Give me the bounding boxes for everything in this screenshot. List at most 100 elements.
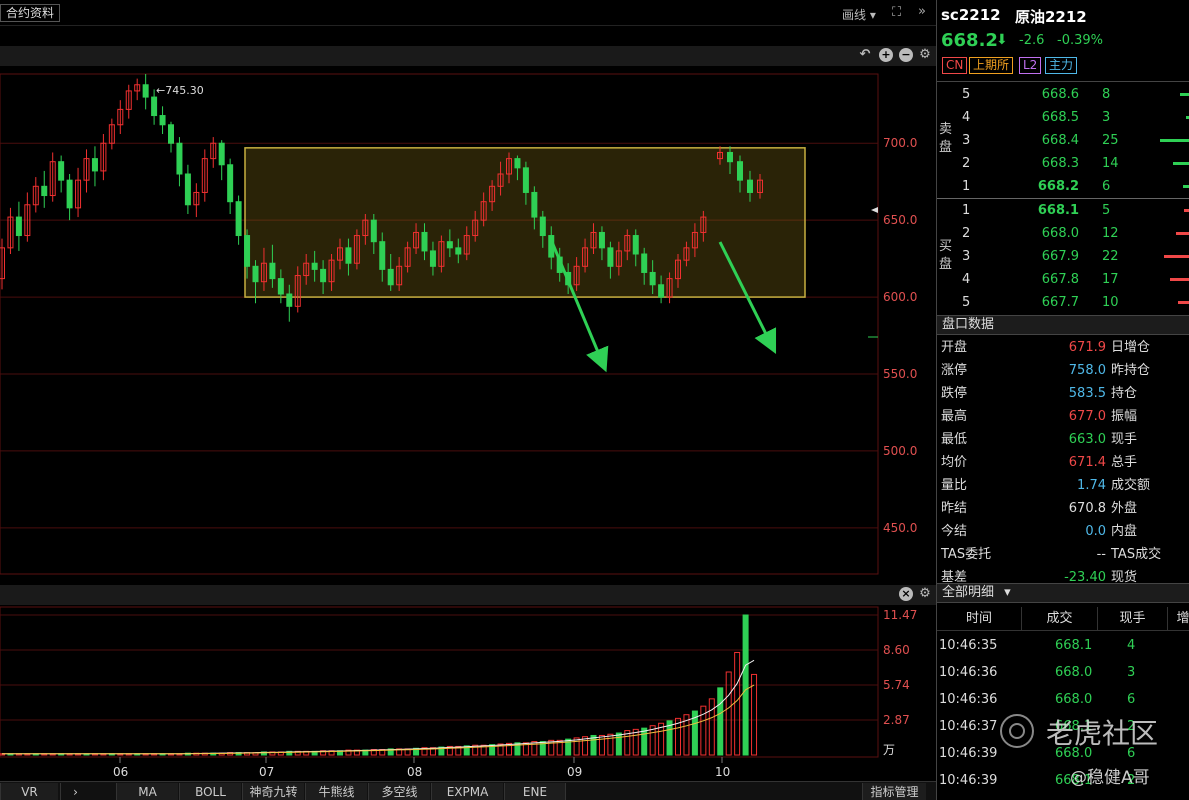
tab-expma[interactable]: EXPMA [431,783,503,800]
contract-info-button[interactable]: 合约资料 [0,4,61,22]
indicator-manager-button[interactable]: 指标管理 [862,783,926,800]
buy-level-row[interactable]: 5 667.7 10 [937,291,1189,314]
level-price: 667.8 [1041,272,1079,287]
candle-body[interactable] [658,284,665,298]
volume-bar[interactable] [607,733,614,756]
tab-ma[interactable]: MA [116,783,178,800]
candle-body[interactable] [649,271,656,286]
volume-bar[interactable] [734,651,741,756]
buy-level-row[interactable]: 4 667.8 17 [937,268,1189,291]
sell-level-row[interactable]: 5 668.6 8 [937,83,1189,106]
candle-body[interactable] [429,250,436,267]
volume-bar[interactable] [598,734,605,756]
candle-body[interactable] [607,247,614,267]
candle-body[interactable] [632,235,639,255]
column-volume[interactable]: 现手 [1098,607,1168,631]
candle-body[interactable] [91,158,98,172]
candle-body[interactable] [598,231,605,249]
arrow-down-icon: ⬇ [996,32,1008,48]
candle-body[interactable] [235,201,242,237]
sell-level-row[interactable]: 2 668.3 14 [937,152,1189,175]
candle-body[interactable] [277,278,284,295]
column-time[interactable]: 时间 [937,607,1022,631]
candle-body[interactable] [218,142,225,166]
candle-body[interactable] [320,268,327,283]
tab-boll[interactable]: BOLL [179,783,241,800]
trade-detail-row[interactable]: 10:46:36 668.0 3 [937,659,1189,686]
candle-body[interactable] [227,164,234,203]
tab-td-sequential[interactable]: 神奇九转 [242,783,304,800]
candle-body[interactable] [370,219,377,243]
tab-ene[interactable]: ENE [504,783,566,800]
trade-details-header[interactable]: 全部明细 ▾ [937,583,1189,603]
candle-body[interactable] [379,241,386,270]
candle-body[interactable] [531,191,538,218]
tab-long-short-line[interactable]: 多空线 [368,783,430,800]
candle-body[interactable] [252,265,259,283]
candle-body[interactable] [311,262,318,270]
trade-detail-row[interactable]: 10:46:35 668.1 4 [937,632,1189,659]
candle-body[interactable] [539,216,546,237]
candle-body[interactable] [455,247,462,255]
sell-level-row[interactable]: 4 668.5 3 [937,106,1189,129]
candle-body[interactable] [142,84,149,98]
volume-chart[interactable]: 11.47 8.60 5.74 2.87 万 06 07 08 09 10 [0,605,936,781]
sell-level-row[interactable]: 1 668.2 6 [937,175,1189,198]
gear-icon[interactable]: ⚙ [918,587,932,601]
market-data-row: 今结 0.0 内盘 [937,520,1189,543]
sell-level-row[interactable]: 3 668.4 25 [937,129,1189,152]
volume-bar[interactable] [717,687,724,756]
candle-body[interactable] [345,247,352,264]
candle-body[interactable] [446,241,453,249]
chevron-right-icon[interactable]: › [60,783,90,800]
market-data-row: 跌停 583.5 持仓 [937,382,1189,405]
candle-body[interactable] [514,158,521,169]
tab-vr[interactable]: VR [0,783,58,800]
candle-body[interactable] [66,179,73,209]
candle-body[interactable] [41,185,48,197]
candle-body[interactable] [15,216,22,237]
candle-body[interactable] [421,231,428,252]
buy-level-row[interactable]: 1 668.1 5 [937,199,1189,222]
candle-body[interactable] [727,151,733,163]
expand-panel-icon[interactable]: » [918,4,926,19]
candle-body[interactable] [286,293,293,307]
close-icon[interactable]: × [899,587,913,601]
zoom-in-icon[interactable]: + [879,48,893,62]
price-chart[interactable]: 700.0 650.0 600.0 550.0 500.0 450.0 ←745.30 [0,66,936,581]
candle-body[interactable] [159,115,166,126]
candle-body[interactable] [269,262,276,280]
tab-bull-bear-line[interactable]: 牛熊线 [305,783,367,800]
column-price[interactable]: 成交 [1022,607,1098,631]
buy-level-row[interactable]: 2 668.0 12 [937,222,1189,245]
volume-bar[interactable] [708,698,715,756]
candle-body[interactable] [184,173,191,206]
volume-bar[interactable] [641,727,648,756]
volume-bar[interactable] [615,732,622,756]
column-open-interest[interactable]: 增 [1168,607,1189,631]
candle-body[interactable] [641,253,648,273]
candle-body[interactable] [168,124,174,144]
candle-body[interactable] [176,142,183,175]
price-tick-label: 550.0 [883,367,917,381]
candle-body[interactable] [522,167,529,193]
market-data-label: 涨停 [941,363,968,378]
level-price: 668.4 [1041,133,1079,148]
gear-icon[interactable]: ⚙ [918,48,932,62]
undo-icon[interactable]: ↶ [858,48,872,62]
volume-bar[interactable] [742,614,749,756]
candle-body[interactable] [58,161,65,181]
draw-line-button[interactable]: 画线 ▾ [842,6,876,23]
market-data-header[interactable]: 盘口数据 [937,315,1189,335]
volume-bar[interactable] [531,741,538,756]
volume-bar[interactable] [548,739,555,756]
buy-level-row[interactable]: 3 667.9 22 [937,245,1189,268]
market-data-label: 昨结 [941,501,968,516]
fullscreen-icon[interactable]: ⛶ [892,5,901,20]
candle-body[interactable] [387,268,394,286]
candle-body[interactable] [737,161,743,181]
zoom-out-icon[interactable]: − [899,48,913,62]
candle-body[interactable] [747,179,753,193]
candle-body[interactable] [151,96,158,117]
candle-body[interactable] [244,235,251,267]
